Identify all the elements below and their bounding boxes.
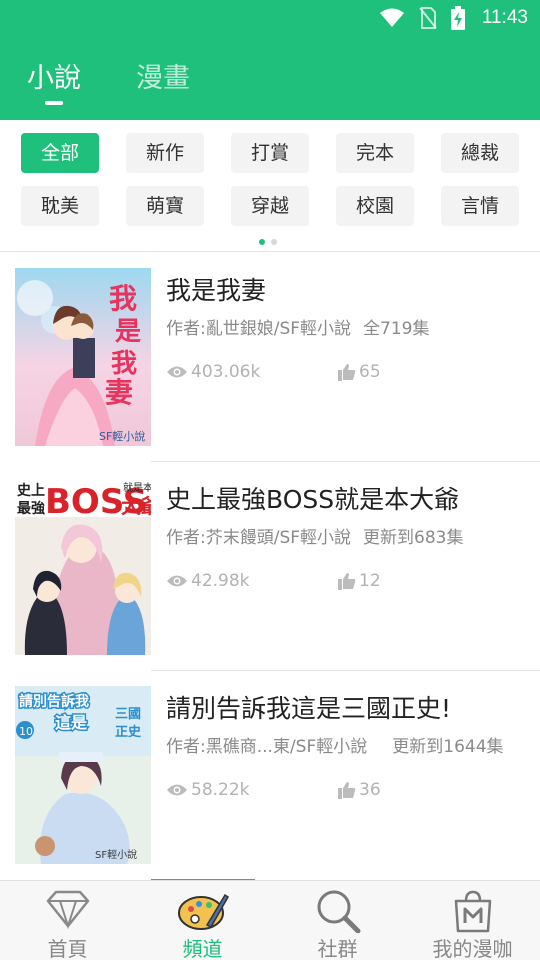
cover-art-3: 請別告訴我 這是 三國 正史 10 SF輕小說 (15, 686, 151, 864)
view-count: 42.98k (166, 571, 250, 591)
eye-icon (167, 784, 187, 796)
tab-novel[interactable]: 小說 (27, 56, 81, 95)
book-cover: 請別告訴我 這是 三國 正史 10 SF輕小說 (15, 686, 151, 864)
cover-title-char-3: 我 (111, 349, 137, 379)
nav-channel-label: 頻道 (182, 937, 223, 961)
book-title: 請別告訴我這是三國正史! (166, 694, 452, 723)
cover-title-char-2: 是 (115, 317, 141, 347)
battery-charging-icon (451, 6, 465, 30)
search-icon (317, 890, 360, 933)
cover-volume: 10 (19, 725, 33, 738)
view-count: 403.06k (166, 362, 260, 382)
view-count-value: 42.98k (191, 571, 250, 591)
nav-community-label: 社群 (317, 937, 358, 961)
category-romance[interactable]: 言情 (441, 186, 519, 226)
eye-icon (167, 575, 187, 587)
tab-comic[interactable]: 漫畫 (136, 56, 190, 95)
book-item[interactable]: 請別告訴我 這是 三國 正史 10 SF輕小說 請別告訴我這是三國正史! 作者:… (0, 671, 540, 880)
category-complete[interactable]: 完本 (336, 133, 414, 173)
nav-channel[interactable]: 頻道 (135, 881, 270, 961)
book-meta: 作者:芥末饅頭/SF輕小說 更新到683集 (166, 523, 463, 548)
cover-title-line-2: 這是 (55, 713, 87, 732)
page-dot (271, 239, 277, 245)
eye-icon (167, 366, 187, 378)
cover-brand: SF輕小說 (99, 429, 145, 443)
book-progress: 全719集 (363, 319, 430, 339)
like-count-value: 65 (359, 362, 381, 382)
like-count: 65 (338, 362, 381, 382)
category-new[interactable]: 新作 (126, 133, 204, 173)
bottom-nav: 首頁 頻道 社群 我的漫咖 (0, 880, 540, 961)
tab-indicator (45, 101, 63, 105)
book-item[interactable]: 我 是 我 妻 SF輕小說 我是我妻 作者:亂世銀娘/SF輕小說 全719集 40… (0, 253, 540, 462)
category-bl[interactable]: 耽美 (21, 186, 99, 226)
diamond-icon (46, 890, 89, 929)
like-count: 36 (338, 780, 381, 800)
book-progress: 更新到1644集 (392, 737, 504, 757)
like-count-value: 12 (359, 571, 381, 591)
thumbs-up-icon (338, 364, 356, 381)
cover-title-line-1: 請別告訴我 (19, 693, 89, 710)
view-count: 58.22k (166, 780, 250, 800)
status-bar: 11:43 (0, 0, 540, 38)
thumbs-up-icon (338, 573, 356, 590)
cover-title-char-4: 妻 (105, 376, 133, 409)
shopping-bag-icon (454, 890, 491, 933)
wifi-icon (380, 8, 404, 27)
cover-brand: SF輕小說 (95, 848, 137, 861)
nav-my-cafe-label: 我的漫咖 (432, 937, 513, 961)
cover-art-1: 我 是 我 妻 SF輕小說 (15, 268, 151, 446)
book-author: 作者:黑礁商...東/SF輕小說 (166, 737, 368, 757)
cover-title-char-1: 我 (109, 282, 137, 315)
category-all[interactable]: 全部 (21, 133, 99, 173)
category-campus[interactable]: 校園 (336, 186, 414, 226)
category-panel: 全部 新作 打賞 完本 總裁 耽美 萌寶 穿越 校園 言情 (0, 120, 540, 252)
nav-my-cafe[interactable]: 我的漫咖 (405, 881, 540, 961)
book-item[interactable]: 史上 最強 BOSS 就是本 大爺 史上最強BOSS就是本大爺 作者:芥末饅頭/… (0, 462, 540, 671)
no-sim-icon (419, 7, 437, 29)
category-ceo[interactable]: 總裁 (441, 133, 519, 173)
like-count: 12 (338, 571, 381, 591)
category-tip[interactable]: 打賞 (231, 133, 309, 173)
like-count-value: 36 (359, 780, 381, 800)
book-author: 作者:芥末饅頭/SF輕小說 (166, 528, 352, 548)
status-time: 11:43 (481, 7, 528, 28)
cover-title-char-4: 大爺 (121, 494, 151, 518)
book-meta: 作者:黑礁商...東/SF輕小說 更新到1644集 (166, 732, 504, 757)
book-author: 作者:亂世銀娘/SF輕小說 (166, 319, 352, 339)
cover-title-char-2: 最強 (17, 500, 45, 517)
nav-home-label: 首頁 (47, 937, 88, 961)
category-cute-baby[interactable]: 萌寶 (126, 186, 204, 226)
book-cover: 我 是 我 妻 SF輕小說 (15, 268, 151, 446)
book-progress: 更新到683集 (363, 528, 464, 548)
nav-community[interactable]: 社群 (270, 881, 405, 961)
cover-art-2: 史上 最強 BOSS 就是本 大爺 (15, 477, 151, 655)
thumbs-up-icon (338, 782, 356, 799)
view-count-value: 403.06k (191, 362, 261, 382)
page-dot-active (259, 239, 265, 245)
nav-home[interactable]: 首頁 (0, 881, 135, 961)
palette-icon (177, 893, 229, 930)
cover-title-line-3: 三國 (115, 707, 141, 722)
cover-title-line-4: 正史 (115, 724, 142, 740)
app-header: 11:43 小說 漫畫 (0, 0, 540, 120)
cover-title-char-3: 就是本 (123, 481, 151, 494)
view-count-value: 58.22k (191, 780, 250, 800)
category-time-travel[interactable]: 穿越 (231, 186, 309, 226)
page-indicator (259, 239, 277, 245)
book-meta: 作者:亂世銀娘/SF輕小說 全719集 (166, 314, 429, 339)
cover-title-char-1: 史上 (17, 483, 45, 499)
book-title: 史上最強BOSS就是本大爺 (166, 485, 460, 514)
book-cover: 史上 最強 BOSS 就是本 大爺 (15, 477, 151, 655)
status-icons (379, 6, 465, 30)
book-title: 我是我妻 (166, 276, 267, 305)
